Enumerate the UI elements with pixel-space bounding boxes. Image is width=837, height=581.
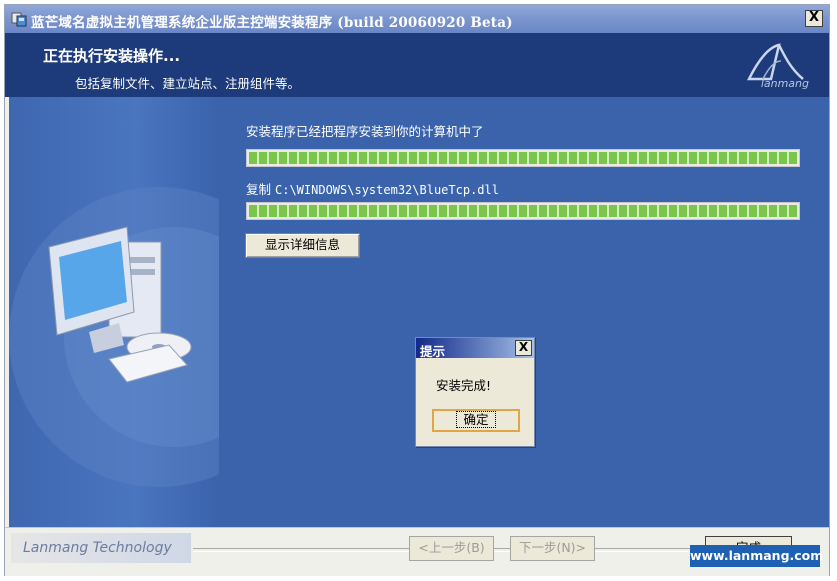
copy-label: 复制: [246, 182, 272, 197]
window-title: 蓝芒域名虚拟主机管理系统企业版主控端安装程序 (build 20060920 B…: [31, 15, 513, 31]
dialog-message: 安装完成!: [436, 378, 492, 393]
header-subtitle: 包括复制文件、建立站点、注册组件等。: [75, 76, 301, 91]
completion-dialog: 提示 X 安装完成! 确定: [415, 337, 535, 447]
copy-file-path: C:\WINDOWS\system32\BlueTcp.dll: [275, 183, 499, 197]
file-progress-fill: [249, 205, 797, 217]
dialog-close-button[interactable]: X: [515, 340, 532, 356]
brand-label: Lanmang Technology: [11, 533, 191, 563]
installer-app-icon: [11, 12, 27, 27]
computer-illustration-icon: [9, 187, 309, 487]
title-bar[interactable]: 蓝芒域名虚拟主机管理系统企业版主控端安装程序 (build 20060920 B…: [5, 5, 829, 33]
wizard-content: 安装程序已经把程序安装到你的计算机中了 复制 C:\WINDOWS\system…: [9, 97, 829, 527]
back-button[interactable]: <上一步(B): [409, 536, 494, 561]
header-title: 正在执行安装操作...: [43, 47, 181, 65]
show-details-button[interactable]: 显示详细信息: [245, 233, 360, 258]
overall-progress-fill: [249, 152, 797, 164]
overall-progress-bar: [246, 149, 800, 167]
side-art-panel: [9, 97, 309, 527]
logo-text: lanmang: [760, 77, 809, 90]
wizard-header: 正在执行安装操作... 包括复制文件、建立站点、注册组件等。 lanmang: [5, 33, 829, 97]
dialog-ok-button[interactable]: 确定: [432, 409, 520, 432]
file-progress-bar: [246, 202, 800, 220]
dialog-title: 提示: [420, 344, 446, 359]
window-close-button[interactable]: X: [805, 10, 823, 27]
dialog-title-bar[interactable]: 提示 X: [416, 338, 534, 359]
watermark: www.lanmang.com: [690, 545, 823, 567]
dialog-ok-label: 确定: [456, 411, 496, 428]
next-button[interactable]: 下一步(N)>: [510, 536, 595, 561]
copy-status: 复制 C:\WINDOWS\system32\BlueTcp.dll: [246, 179, 499, 198]
installer-window: 蓝芒域名虚拟主机管理系统企业版主控端安装程序 (build 20060920 B…: [4, 4, 830, 576]
install-status-text: 安装程序已经把程序安装到你的计算机中了: [246, 124, 484, 139]
